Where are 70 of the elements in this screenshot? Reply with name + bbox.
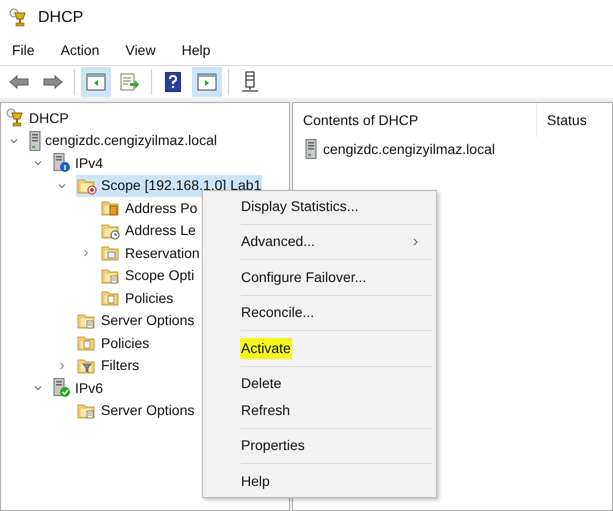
chevron-right-icon[interactable] (82, 249, 90, 258)
tree-item[interactable]: Scope Opti (100, 264, 196, 287)
tree-item[interactable]: Policies (100, 287, 174, 310)
tree-item[interactable]: Server Options (76, 400, 196, 422)
menu-item[interactable]: Help (182, 40, 210, 61)
folder-list-icon (77, 402, 97, 420)
trophy-icon (5, 108, 25, 128)
list-row[interactable]: cengizdc.cengizyilmaz.local (293, 137, 612, 161)
folder-list-icon (77, 312, 97, 330)
menu-item-label: Refresh (241, 400, 290, 420)
menu-item-label: Help (241, 472, 270, 491)
back-arrow-icon (9, 74, 29, 90)
chevron-right-icon[interactable] (58, 362, 66, 370)
export-list-icon (120, 73, 140, 91)
server-info-icon (53, 153, 71, 174)
tree-item[interactable]: Server Options (76, 310, 196, 332)
menu-item-label: Configure Failover... (241, 268, 366, 287)
menu-item[interactable]: Action (60, 40, 100, 61)
help-icon (165, 72, 181, 92)
context-menu-item[interactable]: Properties (203, 432, 436, 459)
folder-clock-icon (101, 222, 121, 240)
folder-grid-icon (101, 244, 121, 262)
tree-item[interactable]: cengizdc.cengizyilmaz.local (28, 130, 218, 152)
menu-item-label: Advanced... (241, 232, 315, 252)
tree-item[interactable]: Scope [192.168.1.0] Lab1 (76, 174, 262, 197)
server-icon (29, 130, 41, 151)
chevron-down-icon[interactable] (58, 182, 66, 190)
tree-item[interactable]: IPv4 (52, 152, 104, 174)
server-icon (305, 139, 317, 159)
tree-item[interactable]: Reservation (100, 242, 201, 264)
menu-item-label: Properties (241, 436, 305, 456)
folder-alert-icon (77, 176, 97, 195)
menu-item-label: Delete (241, 374, 282, 394)
folder-list-icon (101, 266, 121, 285)
tree-item[interactable]: Address Le (100, 220, 197, 242)
chevron-down-icon[interactable] (34, 159, 42, 168)
server-icon (240, 71, 260, 93)
menu-item-label: Display Statistics... (241, 196, 358, 216)
chevron-down-icon[interactable] (10, 136, 18, 145)
pane-icon (197, 73, 217, 91)
chevron-down-icon[interactable] (34, 384, 42, 392)
folder-book-icon (101, 199, 121, 218)
folder-document-icon (101, 289, 121, 308)
folder-funnel-icon (77, 356, 97, 375)
context-menu-item[interactable]: Refresh (203, 397, 436, 424)
tree-item[interactable]: Policies (76, 332, 150, 354)
context-menu-item[interactable]: Reconcile... (203, 300, 436, 326)
menu-item[interactable]: View (125, 40, 156, 61)
context-menu-item[interactable]: Delete (203, 370, 436, 397)
context-menu-item[interactable]: Activate (203, 335, 436, 362)
column-header[interactable]: Contents of DHCP (293, 103, 537, 137)
tree-item[interactable]: Address Po (100, 197, 198, 220)
forward-arrow-icon (43, 74, 63, 90)
tree-item[interactable]: Filters (76, 354, 140, 377)
context-menu-item[interactable]: Configure Failover... (203, 264, 436, 290)
menu-item-label: Activate (240, 338, 292, 359)
pane-icon (86, 73, 106, 91)
toolbar-button[interactable] (81, 67, 111, 97)
trophy-icon (8, 8, 28, 28)
toolbar-button[interactable] (192, 67, 222, 97)
tree-item[interactable]: IPv6 (52, 377, 104, 400)
column-header[interactable]: Status (537, 103, 597, 137)
tree-item[interactable]: DHCP (4, 107, 70, 130)
folder-document-icon (77, 334, 97, 352)
context-menu-item[interactable]: Advanced... (203, 228, 436, 255)
window-title: DHCP (38, 8, 84, 28)
server-check-icon (53, 378, 71, 398)
menu-item-label: Reconcile... (241, 303, 314, 322)
context-menu-item[interactable]: Help (203, 468, 436, 494)
menu-item[interactable]: File (12, 40, 35, 61)
